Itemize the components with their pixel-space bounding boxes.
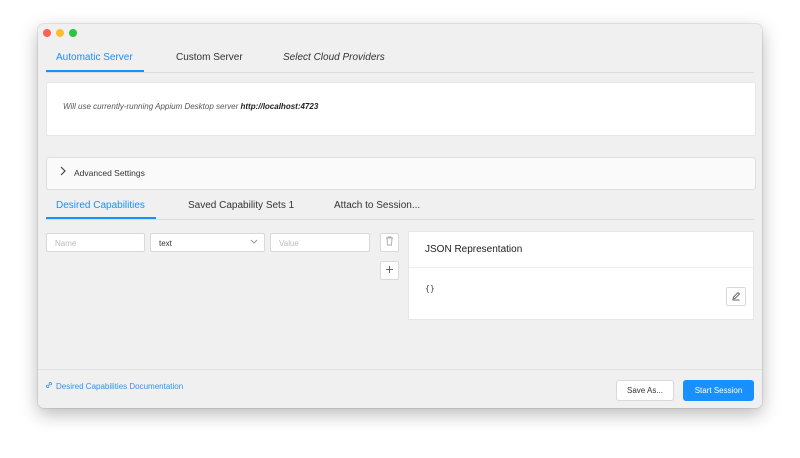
json-title: JSON Representation	[425, 244, 523, 255]
capability-type-select[interactable]: text	[150, 233, 265, 252]
chevron-down-icon	[250, 238, 258, 247]
tab-select-cloud-providers[interactable]: Select Cloud Providers	[283, 52, 385, 63]
server-url: http://localhost:4723	[240, 102, 319, 111]
edit-json-button[interactable]	[726, 287, 746, 306]
doc-link-label: Desired Capabilities Documentation	[56, 381, 184, 391]
advanced-settings-toggle[interactable]: Advanced Settings	[46, 157, 756, 190]
save-as-button[interactable]: Save As...	[616, 380, 674, 401]
title-bar	[38, 24, 762, 42]
delete-capability-button[interactable]	[380, 233, 399, 252]
server-tabs: Automatic Server Custom Server Select Cl…	[46, 42, 754, 73]
json-content: {}	[425, 284, 435, 293]
server-info-text: Will use currently-running Appium Deskto…	[63, 102, 318, 111]
capability-value-input[interactable]: Value	[270, 233, 370, 252]
link-icon	[45, 381, 53, 391]
tab-saved-capability-sets[interactable]: Saved Capability Sets 1	[188, 200, 294, 211]
server-info-panel: Will use currently-running Appium Deskto…	[46, 82, 756, 136]
active-cap-tab-indicator	[46, 217, 156, 219]
footer-divider	[38, 369, 762, 370]
start-session-button[interactable]: Start Session	[683, 380, 754, 401]
edit-icon	[731, 288, 741, 306]
tab-attach-to-session[interactable]: Attach to Session...	[334, 200, 420, 211]
desired-capabilities-doc-link[interactable]: Desired Capabilities Documentation	[45, 381, 183, 391]
capability-name-input[interactable]: Name	[46, 233, 145, 252]
chevron-right-icon	[59, 166, 67, 179]
trash-icon	[385, 236, 394, 249]
active-tab-indicator	[46, 70, 144, 72]
maximize-window-button[interactable]	[69, 29, 77, 37]
capability-tabs: Desired Capabilities Saved Capability Se…	[46, 194, 754, 220]
advanced-settings-label: Advanced Settings	[74, 168, 145, 178]
close-window-button[interactable]	[43, 29, 51, 37]
tab-custom-server[interactable]: Custom Server	[176, 52, 243, 63]
minimize-window-button[interactable]	[56, 29, 64, 37]
tab-automatic-server[interactable]: Automatic Server	[56, 52, 133, 63]
capability-type-value: text	[159, 239, 172, 248]
json-representation-panel: JSON Representation {}	[408, 231, 754, 320]
add-capability-button[interactable]	[380, 261, 399, 280]
tab-desired-capabilities[interactable]: Desired Capabilities	[56, 200, 145, 211]
server-message: Will use currently-running Appium Deskto…	[63, 102, 241, 111]
plus-icon	[385, 265, 394, 277]
app-window: Automatic Server Custom Server Select Cl…	[38, 24, 762, 408]
json-divider	[409, 267, 753, 268]
